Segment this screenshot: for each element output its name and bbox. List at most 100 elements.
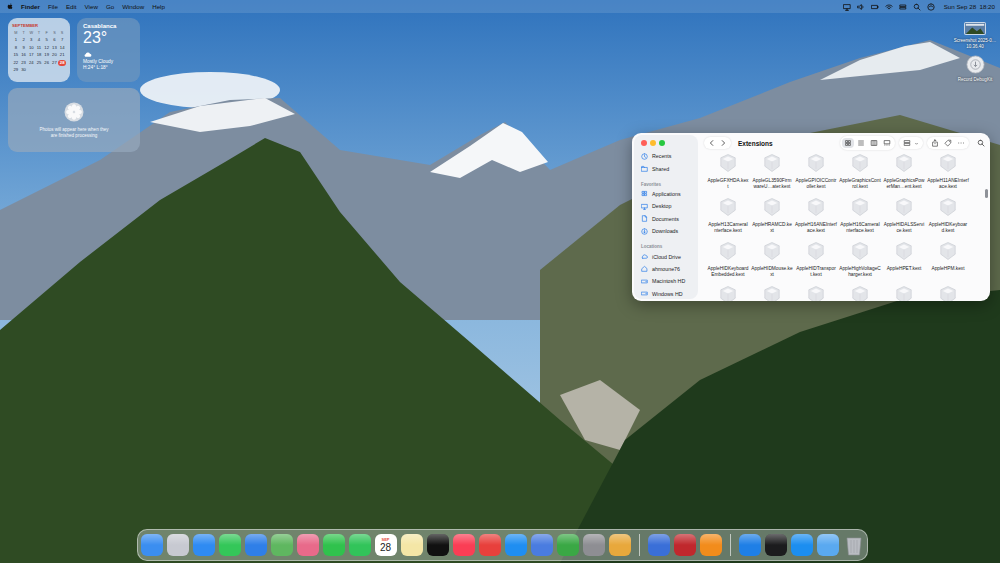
file-item[interactable]: AppleGraphicsPowerMan…ent.kext xyxy=(882,153,926,197)
dock-app[interactable]: SEP28 xyxy=(375,534,397,556)
group-button[interactable] xyxy=(899,137,923,149)
calendar-day[interactable]: 12 xyxy=(43,45,51,52)
forward-chevron-icon[interactable] xyxy=(719,139,727,147)
menu-item[interactable]: Help xyxy=(152,3,165,10)
menu-item[interactable]: Go xyxy=(106,3,114,10)
calendar-day[interactable]: 25 xyxy=(35,60,43,67)
dock-app[interactable] xyxy=(739,534,761,556)
file-item[interactable]: AppleH16CameraInterface.kext xyxy=(838,197,882,241)
close-button[interactable] xyxy=(641,140,647,146)
file-item[interactable] xyxy=(750,285,794,301)
app-menu[interactable]: Finder xyxy=(21,3,40,10)
dock-app[interactable] xyxy=(453,534,475,556)
file-item[interactable]: AppleHIDKeyboardEmbedded.kext xyxy=(706,241,750,285)
dock-app[interactable] xyxy=(297,534,319,556)
battery-icon[interactable] xyxy=(871,3,879,11)
more-icon[interactable] xyxy=(957,139,965,147)
desktop-file[interactable]: Screenshot 2025-0…10.36.40 xyxy=(953,18,997,49)
minimize-button[interactable] xyxy=(650,140,656,146)
dock-app[interactable] xyxy=(271,534,293,556)
file-item[interactable] xyxy=(794,285,838,301)
zoom-button[interactable] xyxy=(659,140,665,146)
search-icon[interactable] xyxy=(977,139,985,147)
calendar-widget[interactable]: SEPTEMBERMTWTFSS123456789101112131415161… xyxy=(8,18,70,82)
file-item[interactable]: AppleGFXHDA.kext xyxy=(706,153,750,197)
calendar-day[interactable]: 4 xyxy=(35,37,43,44)
calendar-day[interactable]: 18 xyxy=(35,52,43,59)
sidebar-item[interactable]: Documents xyxy=(638,213,695,225)
dock-app[interactable] xyxy=(557,534,579,556)
scrollbar[interactable] xyxy=(985,189,988,198)
calendar-day[interactable]: 9 xyxy=(20,45,28,52)
file-item[interactable]: AppleHIDKeyboard.kext xyxy=(926,197,970,241)
file-item[interactable] xyxy=(882,285,926,301)
dock-app[interactable] xyxy=(505,534,527,556)
calendar-day[interactable]: 20 xyxy=(51,52,59,59)
calendar-day[interactable]: 13 xyxy=(51,45,59,52)
sidebar-item[interactable]: Desktop xyxy=(638,200,695,212)
file-item[interactable]: AppleGPIOICController.kext xyxy=(794,153,838,197)
dock-app[interactable] xyxy=(167,534,189,556)
view-mode-button[interactable] xyxy=(842,138,854,148)
tag-icon[interactable] xyxy=(944,139,952,147)
menu-item[interactable]: File xyxy=(48,3,58,10)
menu-item[interactable]: View xyxy=(85,3,98,10)
calendar-day[interactable]: 11 xyxy=(35,45,43,52)
dock-app[interactable] xyxy=(609,534,631,556)
dock-app[interactable] xyxy=(245,534,267,556)
calendar-day[interactable]: 24 xyxy=(27,60,35,67)
calendar-day[interactable]: 10 xyxy=(27,45,35,52)
calendar-day[interactable]: 21 xyxy=(58,52,66,59)
photos-widget[interactable]: Photos will appear here when they are fi… xyxy=(8,88,140,152)
file-item[interactable]: AppleHIDMouse.kext xyxy=(750,241,794,285)
menu-clock[interactable]: Sun Sep 28 18:20 xyxy=(944,3,995,10)
control-center-icon[interactable] xyxy=(899,3,907,11)
sound-icon[interactable] xyxy=(857,3,865,11)
file-item[interactable]: AppleH13CameraInterface.kext xyxy=(706,197,750,241)
sidebar-item[interactable]: Applications xyxy=(638,188,695,200)
file-item[interactable]: AppleHIDTransport.kext xyxy=(794,241,838,285)
sidebar-item[interactable]: Downloads xyxy=(638,225,695,237)
apple-logo-icon[interactable] xyxy=(7,3,13,10)
sidebar-item[interactable]: Windows HD xyxy=(638,288,695,300)
file-item[interactable]: AppleHIDALSService.kext xyxy=(882,197,926,241)
sidebar-item[interactable]: Recents xyxy=(638,150,695,162)
dock-app[interactable] xyxy=(674,534,696,556)
calendar-day[interactable]: 30 xyxy=(20,67,28,74)
calendar-day[interactable]: 16 xyxy=(20,52,28,59)
search-icon[interactable] xyxy=(913,3,921,11)
file-item[interactable]: AppleGL3590FirmwareU…ater.kext xyxy=(750,153,794,197)
sidebar-item[interactable]: iCloud Drive xyxy=(638,250,695,262)
wifi-icon[interactable] xyxy=(885,3,893,11)
menu-item[interactable]: Edit xyxy=(66,3,77,10)
calendar-day[interactable]: 3 xyxy=(27,37,35,44)
share-icon[interactable] xyxy=(931,139,939,147)
dock-app[interactable] xyxy=(791,534,813,556)
calendar-day[interactable]: 6 xyxy=(51,37,59,44)
file-item[interactable]: AppleGraphicsControl.kext xyxy=(838,153,882,197)
calendar-day[interactable]: 5 xyxy=(43,37,51,44)
siri-icon[interactable] xyxy=(927,3,935,11)
dock-app[interactable] xyxy=(648,534,670,556)
calendar-day[interactable]: 8 xyxy=(12,45,20,52)
sidebar-item[interactable]: Shared xyxy=(638,162,695,174)
dock-app[interactable] xyxy=(531,534,553,556)
file-item[interactable] xyxy=(926,285,970,301)
sidebar-item[interactable]: Macintosh HD xyxy=(638,275,695,287)
desktop-file[interactable]: Record DebugKit xyxy=(953,55,997,83)
dock-app[interactable] xyxy=(427,534,449,556)
calendar-day[interactable]: 7 xyxy=(58,37,66,44)
dock-trash[interactable] xyxy=(843,534,865,556)
file-item[interactable]: AppleH11ANEInterface.kext xyxy=(926,153,970,197)
dock-app[interactable] xyxy=(401,534,423,556)
dock-app[interactable] xyxy=(583,534,605,556)
calendar-day[interactable]: 1 xyxy=(12,37,20,44)
calendar-day[interactable]: 17 xyxy=(27,52,35,59)
view-mode-button[interactable] xyxy=(868,138,880,148)
dock-app[interactable] xyxy=(479,534,501,556)
file-item[interactable]: AppleH16ANEInterface.kext xyxy=(794,197,838,241)
calendar-day[interactable]: 2 xyxy=(20,37,28,44)
dock-app[interactable] xyxy=(219,534,241,556)
view-mode-button[interactable] xyxy=(881,138,893,148)
calendar-day[interactable]: 19 xyxy=(43,52,51,59)
